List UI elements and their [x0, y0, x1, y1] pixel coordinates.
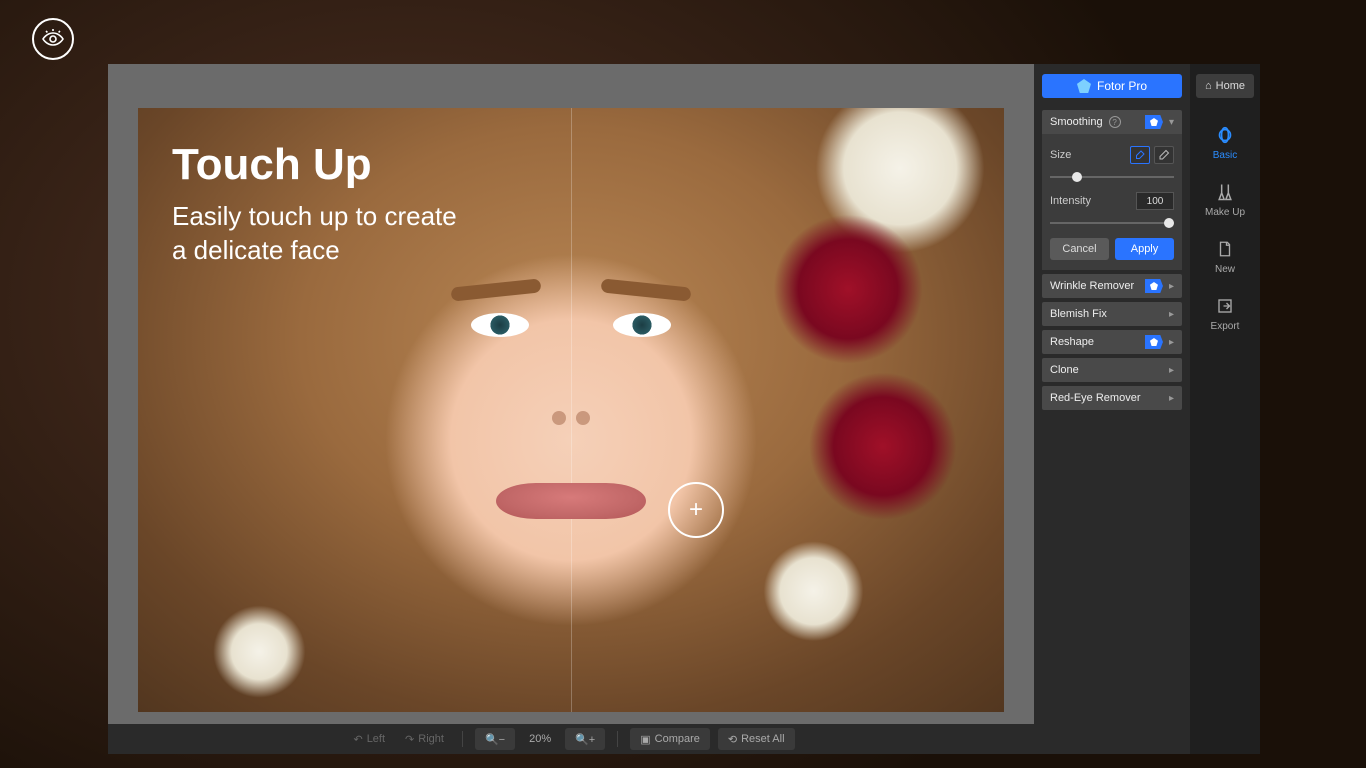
chevron-right-icon: ▸ — [1169, 365, 1174, 376]
rotate-left-button[interactable]: ↶ Left — [347, 728, 391, 750]
zoom-out-button[interactable]: 🔍− — [475, 728, 515, 750]
compare-label: Compare — [655, 733, 700, 745]
wrinkle-remover-section[interactable]: Wrinkle Remover ▸ — [1042, 274, 1182, 298]
pro-badge-icon — [1145, 335, 1163, 349]
reset-all-button[interactable]: ⟲ Reset All — [718, 728, 795, 750]
blemish-fix-section[interactable]: Blemish Fix ▸ — [1042, 302, 1182, 326]
redeye-label: Red-Eye Remover — [1050, 392, 1140, 404]
rotate-right-button[interactable]: ↷ Right — [399, 728, 450, 750]
reshape-label: Reshape — [1050, 336, 1094, 348]
clone-section[interactable]: Clone ▸ — [1042, 358, 1182, 382]
wrinkle-label: Wrinkle Remover — [1050, 280, 1134, 292]
cancel-button[interactable]: Cancel — [1050, 238, 1109, 260]
rotate-left-label: Left — [367, 733, 385, 745]
redeye-section[interactable]: Red-Eye Remover ▸ — [1042, 386, 1182, 410]
smoothing-label: Smoothing — [1050, 116, 1103, 128]
compare-icon: ▣ — [640, 733, 650, 746]
overlay-subtitle: Easily touch up to create a delicate fac… — [172, 200, 457, 268]
new-label: New — [1215, 264, 1235, 275]
canvas-frame: Touch Up Easily touch up to create a del… — [108, 64, 1034, 724]
brush-tool-button[interactable] — [1130, 146, 1150, 164]
basic-icon — [1214, 124, 1236, 146]
right-sidebar: ⌂ Home Basic Make Up New Export — [1190, 64, 1260, 754]
promo-overlay: Touch Up Easily touch up to create a del… — [172, 140, 457, 268]
overlay-title: Touch Up — [172, 140, 457, 190]
zoom-value[interactable]: 20% — [523, 728, 557, 750]
chevron-right-icon: ▸ — [1169, 393, 1174, 404]
reshape-section[interactable]: Reshape ▸ — [1042, 330, 1182, 354]
plus-icon: + — [689, 496, 703, 524]
makeup-icon — [1214, 181, 1236, 203]
home-button[interactable]: ⌂ Home — [1196, 74, 1254, 98]
help-icon[interactable]: ? — [1109, 116, 1121, 128]
gem-icon — [1077, 79, 1091, 93]
sidebar-item-export[interactable]: Export — [1190, 285, 1260, 342]
sidebar-item-new[interactable]: New — [1190, 228, 1260, 285]
home-label: Home — [1216, 80, 1245, 92]
fotor-pro-button[interactable]: Fotor Pro — [1042, 74, 1182, 98]
app-window: Touch Up Easily touch up to create a del… — [108, 64, 1260, 754]
zoom-in-button[interactable]: 🔍+ — [565, 728, 605, 750]
tools-panel: Fotor Pro Smoothing ? ▾ Size — [1034, 64, 1190, 754]
chevron-down-icon: ▾ — [1169, 117, 1174, 128]
makeup-label: Make Up — [1205, 207, 1245, 218]
reset-icon: ⟲ — [728, 733, 737, 746]
export-label: Export — [1211, 321, 1240, 332]
intensity-value[interactable]: 100 — [1136, 192, 1174, 210]
chevron-right-icon: ▸ — [1169, 337, 1174, 348]
clone-label: Clone — [1050, 364, 1079, 376]
sidebar-item-makeup[interactable]: Make Up — [1190, 171, 1260, 228]
chevron-right-icon: ▸ — [1169, 309, 1174, 320]
rotate-right-label: Right — [418, 733, 444, 745]
intensity-slider[interactable] — [1050, 216, 1174, 230]
pro-badge-icon — [1145, 279, 1163, 293]
size-label: Size — [1050, 149, 1071, 161]
smoothing-section: Smoothing ? ▾ Size — [1042, 110, 1182, 270]
pro-badge-icon — [1145, 115, 1163, 129]
basic-label: Basic — [1213, 150, 1237, 161]
brand-eye-logo — [32, 18, 74, 60]
smoothing-header[interactable]: Smoothing ? ▾ — [1042, 110, 1182, 134]
edited-photo[interactable]: Touch Up Easily touch up to create a del… — [138, 108, 1004, 712]
canvas-area: Touch Up Easily touch up to create a del… — [108, 64, 1034, 754]
export-icon — [1214, 295, 1236, 317]
chevron-right-icon: ▸ — [1169, 281, 1174, 292]
new-file-icon — [1214, 238, 1236, 260]
eraser-tool-button[interactable] — [1154, 146, 1174, 164]
compare-button[interactable]: ▣ Compare — [630, 728, 710, 750]
reset-label: Reset All — [741, 733, 784, 745]
rotate-right-icon: ↷ — [405, 733, 414, 746]
blemish-label: Blemish Fix — [1050, 308, 1107, 320]
zoom-in-icon: 🔍+ — [575, 733, 595, 746]
rotate-left-icon: ↶ — [353, 733, 362, 746]
size-slider[interactable] — [1050, 170, 1174, 184]
apply-button[interactable]: Apply — [1115, 238, 1174, 260]
zoom-out-icon: 🔍− — [485, 733, 505, 746]
bottom-toolbar: ↶ Left ↷ Right 🔍− 20% 🔍+ ▣ Compare ⟲ — [108, 724, 1034, 754]
intensity-label: Intensity — [1050, 195, 1091, 207]
home-icon: ⌂ — [1205, 80, 1212, 92]
sidebar-item-basic[interactable]: Basic — [1190, 114, 1260, 171]
brush-cursor[interactable]: + — [668, 482, 724, 538]
pro-label: Fotor Pro — [1097, 79, 1147, 93]
